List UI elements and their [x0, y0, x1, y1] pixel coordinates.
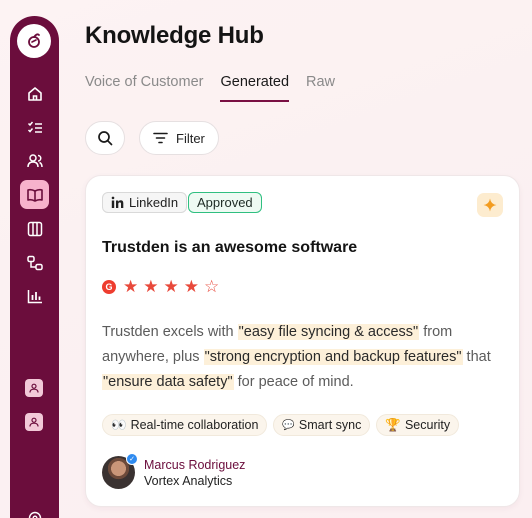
star-filled-icon: ★: [143, 277, 159, 296]
highlight: "easy file syncing & access": [237, 324, 420, 340]
user-icon: [29, 383, 39, 393]
review-title: Trustden is an awesome software: [102, 239, 358, 256]
tag-label: Real-time collaboration: [130, 418, 259, 432]
review-card[interactable]: LinkedIn Approved Trustden is an awesome…: [85, 175, 520, 507]
user-icon: [29, 417, 39, 427]
logo-icon: [28, 33, 40, 48]
sidebar: [10, 16, 59, 518]
tag-label: Smart sync: [298, 418, 362, 432]
trophy-icon: 🏆: [385, 417, 401, 432]
book-icon: [26, 188, 43, 202]
tag-list: 👀 Real-time collaboration 💬 Smart sync 🏆…: [102, 414, 460, 436]
verified-icon: ✓: [126, 453, 138, 465]
tag-item[interactable]: 🏆 Security: [376, 414, 460, 436]
body-text-segment: that: [462, 349, 491, 365]
sparkle-icon: [483, 198, 497, 212]
tag-item[interactable]: 💬 Smart sync: [273, 414, 371, 436]
star-filled-icon: ★: [183, 277, 199, 296]
settings-icon: [28, 511, 41, 518]
speech-bubble-icon: 💬: [282, 419, 295, 431]
home-icon: [27, 86, 42, 101]
bar-chart-icon: [27, 289, 42, 303]
g2-icon: G: [102, 279, 116, 294]
highlight: "ensure data safety": [102, 374, 234, 390]
sidebar-item-tasks[interactable]: [20, 113, 49, 142]
ai-sparkle-button[interactable]: [477, 193, 503, 217]
highlight: "strong encryption and backup features": [203, 349, 463, 365]
author-company: Vortex Analytics: [144, 473, 233, 488]
eyes-icon: 👀: [111, 417, 127, 432]
filter-icon: [153, 132, 168, 144]
tag-item[interactable]: 👀 Real-time collaboration: [102, 414, 268, 436]
author-name[interactable]: Marcus Rodriguez: [144, 458, 245, 472]
star-empty-icon: ☆: [204, 277, 220, 296]
search-icon: [98, 131, 113, 146]
filter-button[interactable]: Filter: [139, 121, 219, 155]
sidebar-item-users[interactable]: [20, 146, 49, 175]
sidebar-item-workflows[interactable]: [20, 248, 49, 277]
sidebar-item-home[interactable]: [20, 79, 49, 108]
review-body: Trustden excels with "easy file syncing …: [102, 320, 502, 395]
linkedin-icon: [111, 196, 124, 208]
tab-voice-of-customer[interactable]: Voice of Customer: [85, 74, 203, 102]
star-filled-icon: ★: [123, 277, 139, 296]
body-text-segment: for peace of mind.: [233, 374, 354, 390]
status-badge: Approved: [188, 192, 262, 213]
tag-label: Security: [404, 418, 451, 432]
star-rating: G ★ ★ ★ ★ ☆: [102, 278, 219, 295]
search-button[interactable]: [85, 121, 125, 155]
avatar[interactable]: ✓: [102, 453, 138, 489]
star-filled-icon: ★: [163, 277, 179, 296]
columns-icon: [27, 221, 42, 236]
checklist-icon: [27, 121, 42, 133]
tab-raw[interactable]: Raw: [306, 74, 335, 102]
tab-bar: Voice of Customer Generated Raw: [85, 74, 335, 102]
source-label: LinkedIn: [129, 195, 179, 210]
users-icon: [26, 153, 43, 167]
filter-label: Filter: [176, 130, 205, 146]
sidebar-item-boards[interactable]: [20, 214, 49, 243]
sidebar-user-2[interactable]: [25, 413, 43, 431]
sidebar-item-settings[interactable]: [20, 503, 49, 518]
review-author: ✓ Marcus Rodriguez Vortex Analytics: [102, 453, 245, 489]
page-title: Knowledge Hub: [85, 22, 264, 49]
tab-generated[interactable]: Generated: [220, 74, 290, 102]
sidebar-item-knowledge[interactable]: [20, 180, 49, 209]
app-logo[interactable]: [17, 24, 51, 58]
source-badge: LinkedIn: [102, 192, 188, 213]
workflow-icon: [26, 255, 43, 270]
body-text-segment: Trustden excels with: [102, 324, 238, 340]
sidebar-user-1[interactable]: [25, 379, 43, 397]
sidebar-item-analytics[interactable]: [20, 281, 49, 310]
